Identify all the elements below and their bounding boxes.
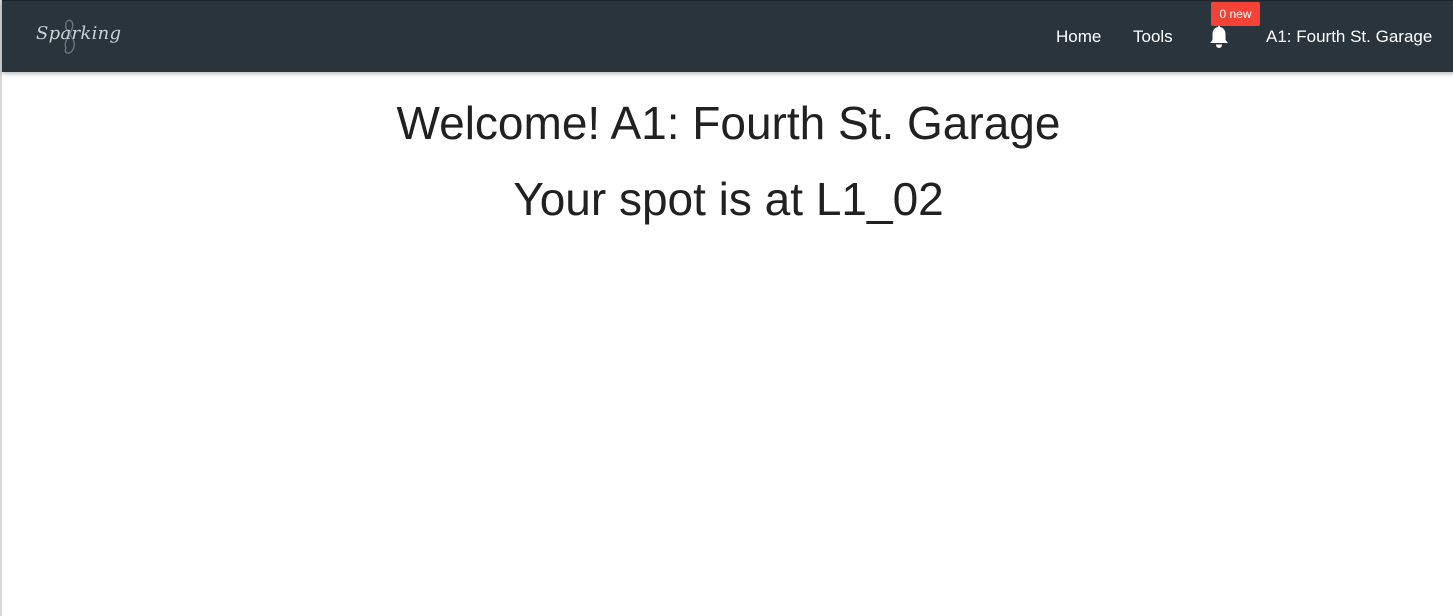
notification-badge[interactable]: 0 new xyxy=(1211,2,1260,26)
nav-tools-link[interactable]: Tools xyxy=(1133,27,1173,47)
page: Sparking Home Tools 0 new A1: Fourth St.… xyxy=(0,0,1453,616)
top-navbar: Sparking Home Tools 0 new A1: Fourth St.… xyxy=(2,0,1453,72)
brand-logo[interactable]: Sparking xyxy=(36,18,121,56)
welcome-heading: Welcome! A1: Fourth St. Garage xyxy=(396,97,1061,149)
nav-user-link[interactable]: A1: Fourth St. Garage xyxy=(1266,27,1432,47)
spot-heading: Your spot is at L1_02 xyxy=(513,173,944,225)
brand-name: Sparking xyxy=(36,23,122,44)
bell-icon[interactable] xyxy=(1208,25,1230,49)
nav-home-link[interactable]: Home xyxy=(1056,27,1101,47)
